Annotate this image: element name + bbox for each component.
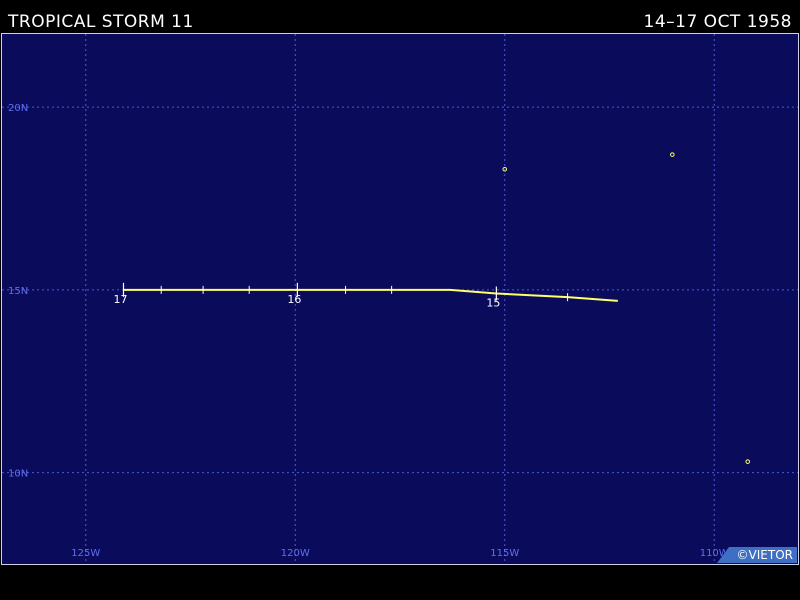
day-label: 16	[287, 293, 301, 306]
day-label: 15	[486, 297, 500, 310]
track-map: 20N 15N 10N 125W 120W 115W 110W 15 16 17 ©VIETOR	[1, 33, 799, 565]
storm-title: TROPICAL STORM 11	[8, 12, 194, 32]
storm-dates: 14–17 OCT 1958	[643, 12, 792, 32]
island-layer	[502, 152, 751, 464]
day-label: 17	[113, 293, 127, 306]
storm-track-line	[123, 288, 618, 302]
island-marker	[745, 459, 751, 464]
lon-label: 120W	[281, 548, 310, 559]
storm-track-layer: 15 16 17	[113, 282, 618, 310]
lon-label: 125W	[71, 548, 100, 559]
lat-label: 20N	[8, 103, 28, 114]
lat-label: 10N	[8, 469, 28, 480]
map-canvas: 20N15N10N125W 120W 115W 110W 151617	[2, 34, 798, 564]
lat-label: 15N	[8, 286, 28, 297]
vietor-credit: ©VIETOR	[717, 547, 797, 563]
lon-label: 115W	[490, 548, 519, 559]
island-marker	[670, 152, 675, 157]
